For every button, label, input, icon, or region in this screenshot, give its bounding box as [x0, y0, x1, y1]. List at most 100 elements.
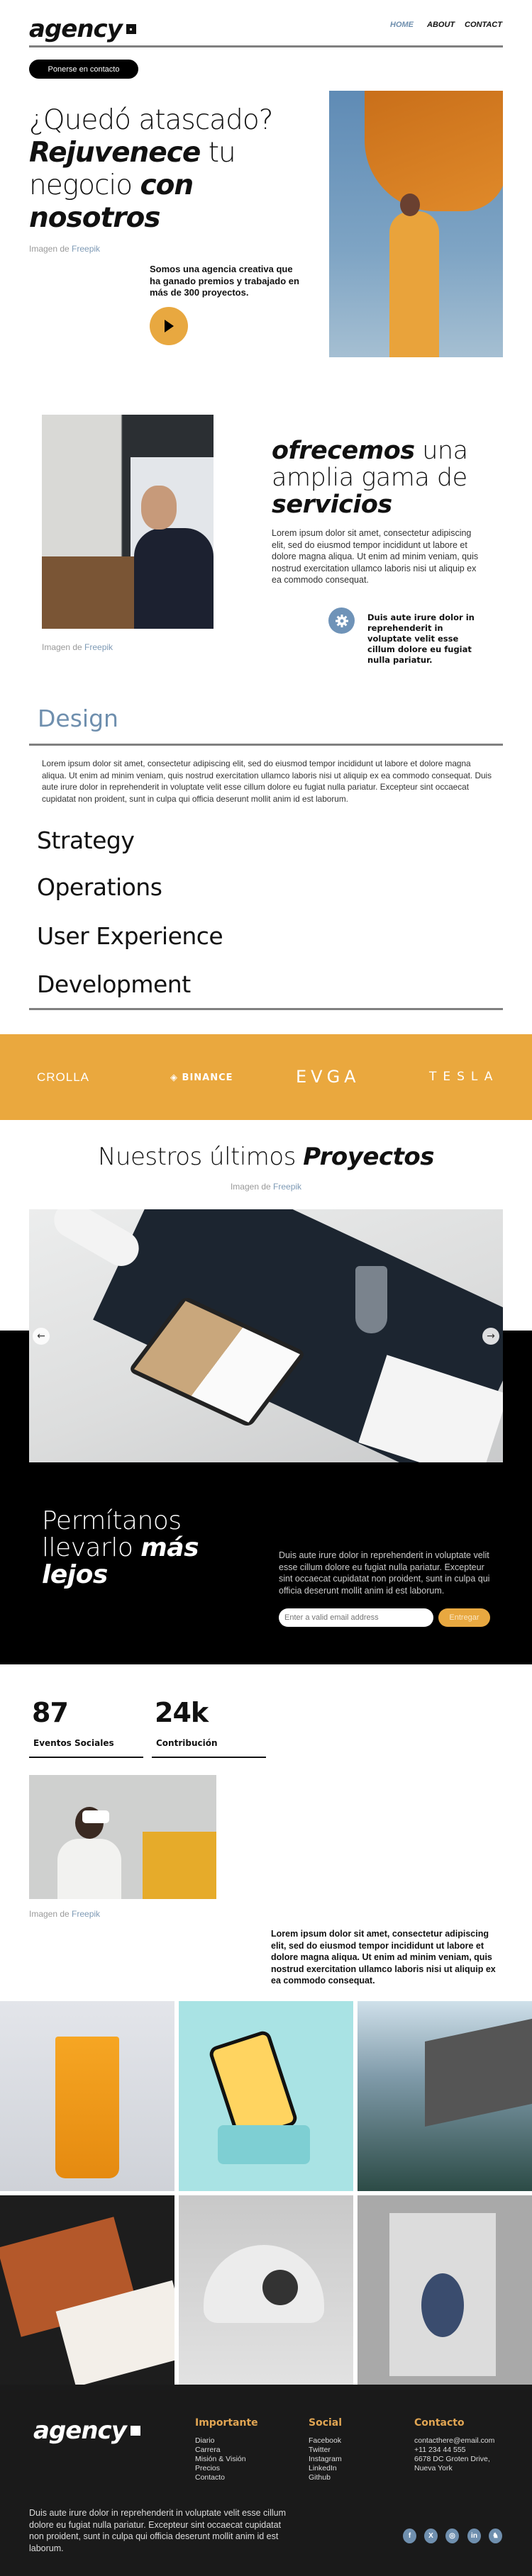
nav-contact[interactable]: CONTACT	[465, 21, 502, 29]
person-head	[400, 194, 420, 216]
binance-icon: ◈	[170, 1073, 182, 1083]
services-heading-line-2: amplia gama de	[272, 464, 467, 492]
services-heading: ofrecemos una amplia gama de servicios	[272, 437, 468, 518]
portfolio-item-business-cards[interactable]	[0, 2195, 174, 2385]
hero-line-4-bold: nosotros	[29, 202, 160, 234]
brand-binance-text: BINANCE	[182, 1073, 233, 1083]
footer-link[interactable]: Github	[309, 2473, 342, 2482]
nav-home[interactable]: HOME	[390, 21, 414, 29]
hero-line-2-bold: Rejuvenece	[29, 137, 201, 169]
credit-prefix: Imagen de	[29, 244, 72, 254]
x-icon[interactable]: X	[424, 2529, 438, 2543]
portfolio-item-poster[interactable]	[358, 2195, 532, 2385]
slider-prev-button[interactable]: ←	[33, 1328, 50, 1345]
feature-text: Duis aute irure dolor in reprehenderit i…	[367, 612, 475, 665]
freepik-link[interactable]: Freepik	[84, 642, 113, 652]
footer-link[interactable]: Diario	[195, 2436, 246, 2446]
man-figure	[134, 528, 214, 629]
services-heading-line-3: servicios	[272, 491, 392, 519]
footer-link[interactable]: Instagram	[309, 2455, 342, 2464]
play-icon	[165, 320, 174, 332]
pedestal	[218, 2125, 310, 2164]
logo-text: agency	[29, 15, 123, 43]
footer-link[interactable]: Twitter	[309, 2446, 342, 2455]
pencil-cup	[355, 1266, 387, 1333]
accordion-open-body: Lorem ipsum dolor sit amet, consectetur …	[42, 758, 492, 804]
portfolio-item-billboard[interactable]	[358, 2001, 532, 2191]
hero-line-3-bold: con	[140, 169, 194, 201]
cup-shape	[55, 2037, 119, 2178]
footer-link[interactable]: Facebook	[309, 2436, 342, 2446]
woman-figure	[57, 1839, 121, 1899]
office-man-image	[42, 415, 214, 629]
credit-prefix: Imagen de	[42, 642, 85, 652]
about-body: Lorem ipsum dolor sit amet, consectetur …	[271, 1929, 496, 1986]
freepik-link[interactable]: Freepik	[72, 244, 100, 254]
logo-mark	[126, 24, 136, 34]
accordion-open-title[interactable]: Design	[38, 705, 118, 732]
yellow-stairs	[143, 1832, 216, 1899]
stat-underline	[29, 1757, 143, 1758]
facebook-icon[interactable]: f	[403, 2529, 416, 2543]
portfolio-item-phone[interactable]	[179, 2001, 353, 2191]
gear-icon	[328, 607, 355, 634]
hero-image	[329, 91, 503, 357]
footer-heading-importante: Importante	[195, 2417, 258, 2429]
hero-line-1: ¿Quedó atascado?	[29, 104, 273, 136]
project-slide-image[interactable]	[29, 1209, 503, 1462]
portfolio-item-cap[interactable]	[179, 2195, 353, 2385]
slider-next-button[interactable]: →	[482, 1328, 499, 1345]
footer-heading-contacto: Contacto	[414, 2417, 465, 2429]
footer-link[interactable]: Contacto	[195, 2473, 246, 2482]
github-icon[interactable]: ♞	[489, 2529, 502, 2543]
hero-line-2-rest: tu	[200, 137, 236, 169]
submit-button[interactable]: Entregar	[438, 1608, 490, 1627]
freepik-link[interactable]: Freepik	[72, 1909, 100, 1919]
accordion-divider	[29, 744, 503, 746]
footer-links-social: Facebook Twitter Instagram LinkedIn Gith…	[309, 2436, 342, 2482]
header-divider	[29, 45, 503, 47]
logo-mark	[130, 2426, 140, 2436]
accordion-item-operations[interactable]: Operations	[37, 873, 162, 901]
footer-link[interactable]: Misión & Visión	[195, 2455, 246, 2464]
stat-value: 87	[32, 1697, 69, 1728]
footer-body: Duis aute irure dolor in reprehenderit i…	[29, 2508, 286, 2553]
play-video-button[interactable]	[150, 307, 188, 345]
services-heading-light: una	[414, 437, 468, 465]
brand-crolla: CROLLA	[37, 1070, 90, 1084]
arrow-right-icon: →	[487, 1331, 495, 1342]
nav-about[interactable]: ABOUT	[427, 21, 455, 29]
stat-value: 24k	[155, 1697, 209, 1728]
accordion-item-strategy[interactable]: Strategy	[37, 827, 135, 854]
instagram-icon[interactable]: ◎	[445, 2529, 459, 2543]
footer-logo[interactable]: agency	[33, 2419, 140, 2443]
freepik-link[interactable]: Freepik	[273, 1182, 301, 1192]
hero-heading: ¿Quedó atascado? Rejuvenece tu negocio c…	[29, 104, 327, 235]
newsletter-body: Duis aute irure dolor in reprehenderit i…	[279, 1550, 490, 1596]
services-heading-bold: ofrecemos	[272, 437, 415, 465]
email-input[interactable]	[279, 1608, 433, 1627]
poster-art	[421, 2273, 464, 2337]
accordion-bottom-divider	[29, 1008, 503, 1010]
newsletter-heading: Permítanos llevarlo más lejos	[42, 1508, 199, 1589]
accordion-item-user-experience[interactable]: User Experience	[37, 922, 223, 950]
person-figure	[389, 211, 439, 357]
footer-link[interactable]: LinkedIn	[309, 2464, 342, 2473]
footer-link[interactable]: Precios	[195, 2464, 246, 2473]
orange-fabric	[365, 91, 503, 211]
logo[interactable]: agency	[29, 17, 136, 41]
projects-heading-light: Nuestros últimos	[98, 1143, 304, 1171]
accordion-item-development[interactable]: Development	[37, 970, 191, 998]
hero-image-credit: Imagen de Freepik	[29, 244, 100, 254]
brand-tesla: TESLA	[429, 1070, 499, 1084]
stat-label: Contribución	[156, 1738, 218, 1748]
footer-link[interactable]: Carrera	[195, 2446, 246, 2455]
newsletter-heading-line-3: lejos	[42, 1560, 108, 1589]
vr-headset	[82, 1810, 109, 1823]
vr-woman-image	[29, 1775, 216, 1899]
contact-email[interactable]: contacthere@email.com	[414, 2436, 494, 2446]
footer-logo-text: agency	[33, 2417, 127, 2445]
portfolio-item-juice-cup[interactable]	[0, 2001, 174, 2191]
contact-cta-button[interactable]: Ponerse en contacto	[29, 60, 138, 79]
linkedin-icon[interactable]: in	[467, 2529, 481, 2543]
